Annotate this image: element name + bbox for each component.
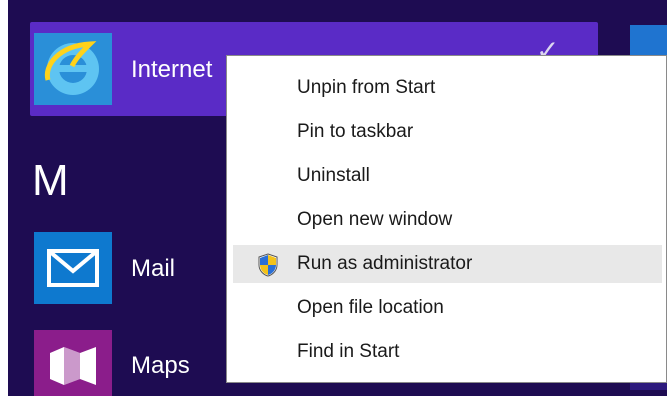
menu-item-label: Run as administrator [297, 253, 473, 274]
app-label-internet[interactable]: Internet [131, 56, 212, 84]
menu-item-uninstall[interactable]: Uninstall [233, 157, 662, 195]
group-letter[interactable]: M [32, 156, 69, 206]
internet-explorer-icon[interactable] [34, 33, 112, 105]
app-label-mail[interactable]: Mail [131, 255, 175, 283]
menu-item-label: Open new window [297, 209, 453, 230]
uac-shield-icon [257, 253, 279, 277]
menu-item-pin-to-taskbar[interactable]: Pin to taskbar [233, 113, 662, 151]
maps-icon[interactable] [34, 330, 112, 396]
menu-item-label: Unpin from Start [297, 77, 436, 98]
menu-item-label: Uninstall [297, 165, 370, 186]
app-label-maps[interactable]: Maps [131, 352, 190, 380]
context-menu: Unpin from Start Pin to taskbar Uninstal… [226, 55, 667, 383]
menu-item-label: Pin to taskbar [297, 121, 414, 142]
menu-item-open-new-window[interactable]: Open new window [233, 201, 662, 239]
menu-item-label: Open file location [297, 297, 444, 318]
menu-item-run-as-administrator[interactable]: Run as administrator [233, 245, 662, 283]
menu-item-open-file-location[interactable]: Open file location [233, 289, 662, 327]
menu-item-label: Find in Start [297, 341, 400, 362]
menu-item-unpin-from-start[interactable]: Unpin from Start [233, 69, 662, 107]
mail-icon[interactable] [34, 232, 112, 304]
menu-item-find-in-start[interactable]: Find in Start [233, 333, 662, 371]
